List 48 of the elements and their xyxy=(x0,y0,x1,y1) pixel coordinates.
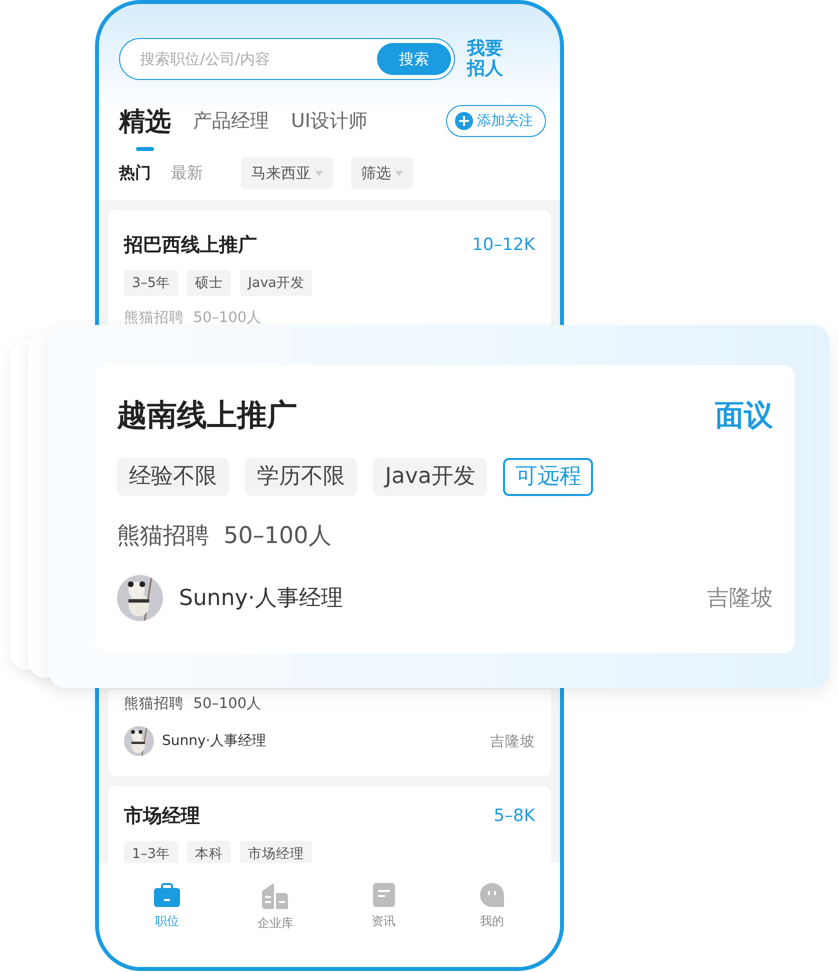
job-tag: 硕士 xyxy=(186,270,231,296)
filter-dropdown[interactable]: 筛选 xyxy=(351,157,413,189)
job-card[interactable]: 熊猫招聘 50–100人 Sunny·人事经理 吉隆坡 xyxy=(108,690,551,776)
nav-tab[interactable]: 职位 xyxy=(113,883,222,939)
featured-job-card[interactable]: 越南线上推广 面议 经验不限 学历不限 Java开发 可远程 熊猫招聘 50–100人 Sunny·人事经理 吉隆坡 xyxy=(95,365,795,653)
category-tab[interactable]: 精选 xyxy=(119,104,171,138)
nav-tab[interactable]: 企业库 xyxy=(221,883,330,939)
job-title: 越南线上推广 xyxy=(117,397,297,435)
job-card[interactable]: 招巴西线上推广 10–12K 3–5年 硕士 Java开发 熊猫招聘 50–100人 xyxy=(108,210,551,327)
category-tab[interactable]: 产品经理 xyxy=(193,108,269,134)
job-title: 招巴西线上推广 xyxy=(124,233,257,258)
search-field[interactable]: 搜索职位/公司/内容 搜索 xyxy=(119,38,455,80)
nav-tab[interactable]: 资讯 xyxy=(330,883,438,939)
filter-dropdown[interactable]: 马来西亚 xyxy=(241,157,333,189)
salary: 面议 xyxy=(715,396,773,434)
salary: 10–12K xyxy=(472,235,535,255)
caret-icon xyxy=(315,170,323,176)
job-tag: 可远程 xyxy=(503,458,594,496)
plus-icon xyxy=(455,112,473,130)
job-location: 吉隆坡 xyxy=(707,585,773,613)
job-tag: Java开发 xyxy=(240,270,312,296)
job-tag: 3–5年 xyxy=(124,270,178,296)
job-tag: Java开发 xyxy=(373,458,488,496)
document-icon xyxy=(372,883,395,907)
tab-indicator xyxy=(136,146,154,150)
add-follow-button[interactable]: 添加关注 xyxy=(446,105,546,137)
job-tag: 经验不限 xyxy=(117,458,229,496)
building-icon xyxy=(262,883,288,909)
job-tag: 学历不限 xyxy=(245,458,357,496)
recruiter-name: Sunny·人事经理 xyxy=(162,732,266,750)
job-location: 吉隆坡 xyxy=(490,732,535,750)
briefcase-icon xyxy=(154,883,180,907)
sort-tab[interactable]: 热门 xyxy=(119,162,151,184)
category-tab[interactable]: UI设计师 xyxy=(291,108,368,134)
job-tag: 市场经理 xyxy=(240,841,312,863)
job-title: 市场经理 xyxy=(124,804,200,829)
search-button[interactable]: 搜索 xyxy=(377,43,451,75)
job-tag: 1–3年 xyxy=(124,841,178,863)
company-info: 熊猫招聘 50–100人 xyxy=(117,522,332,551)
job-tag: 本科 xyxy=(186,841,231,863)
recruiter-name: Sunny·人事经理 xyxy=(179,585,343,613)
nav-tab[interactable]: 我的 xyxy=(438,883,546,939)
caret-icon xyxy=(395,170,403,176)
company-info: 熊猫招聘 50–100人 xyxy=(124,310,263,326)
salary: 5–8K xyxy=(494,806,535,826)
profile-icon xyxy=(480,883,504,907)
job-card[interactable]: 市场经理 5–8K 1–3年 本科 市场经理 xyxy=(108,786,551,863)
company-info: 熊猫招聘 50–100人 xyxy=(124,696,263,712)
